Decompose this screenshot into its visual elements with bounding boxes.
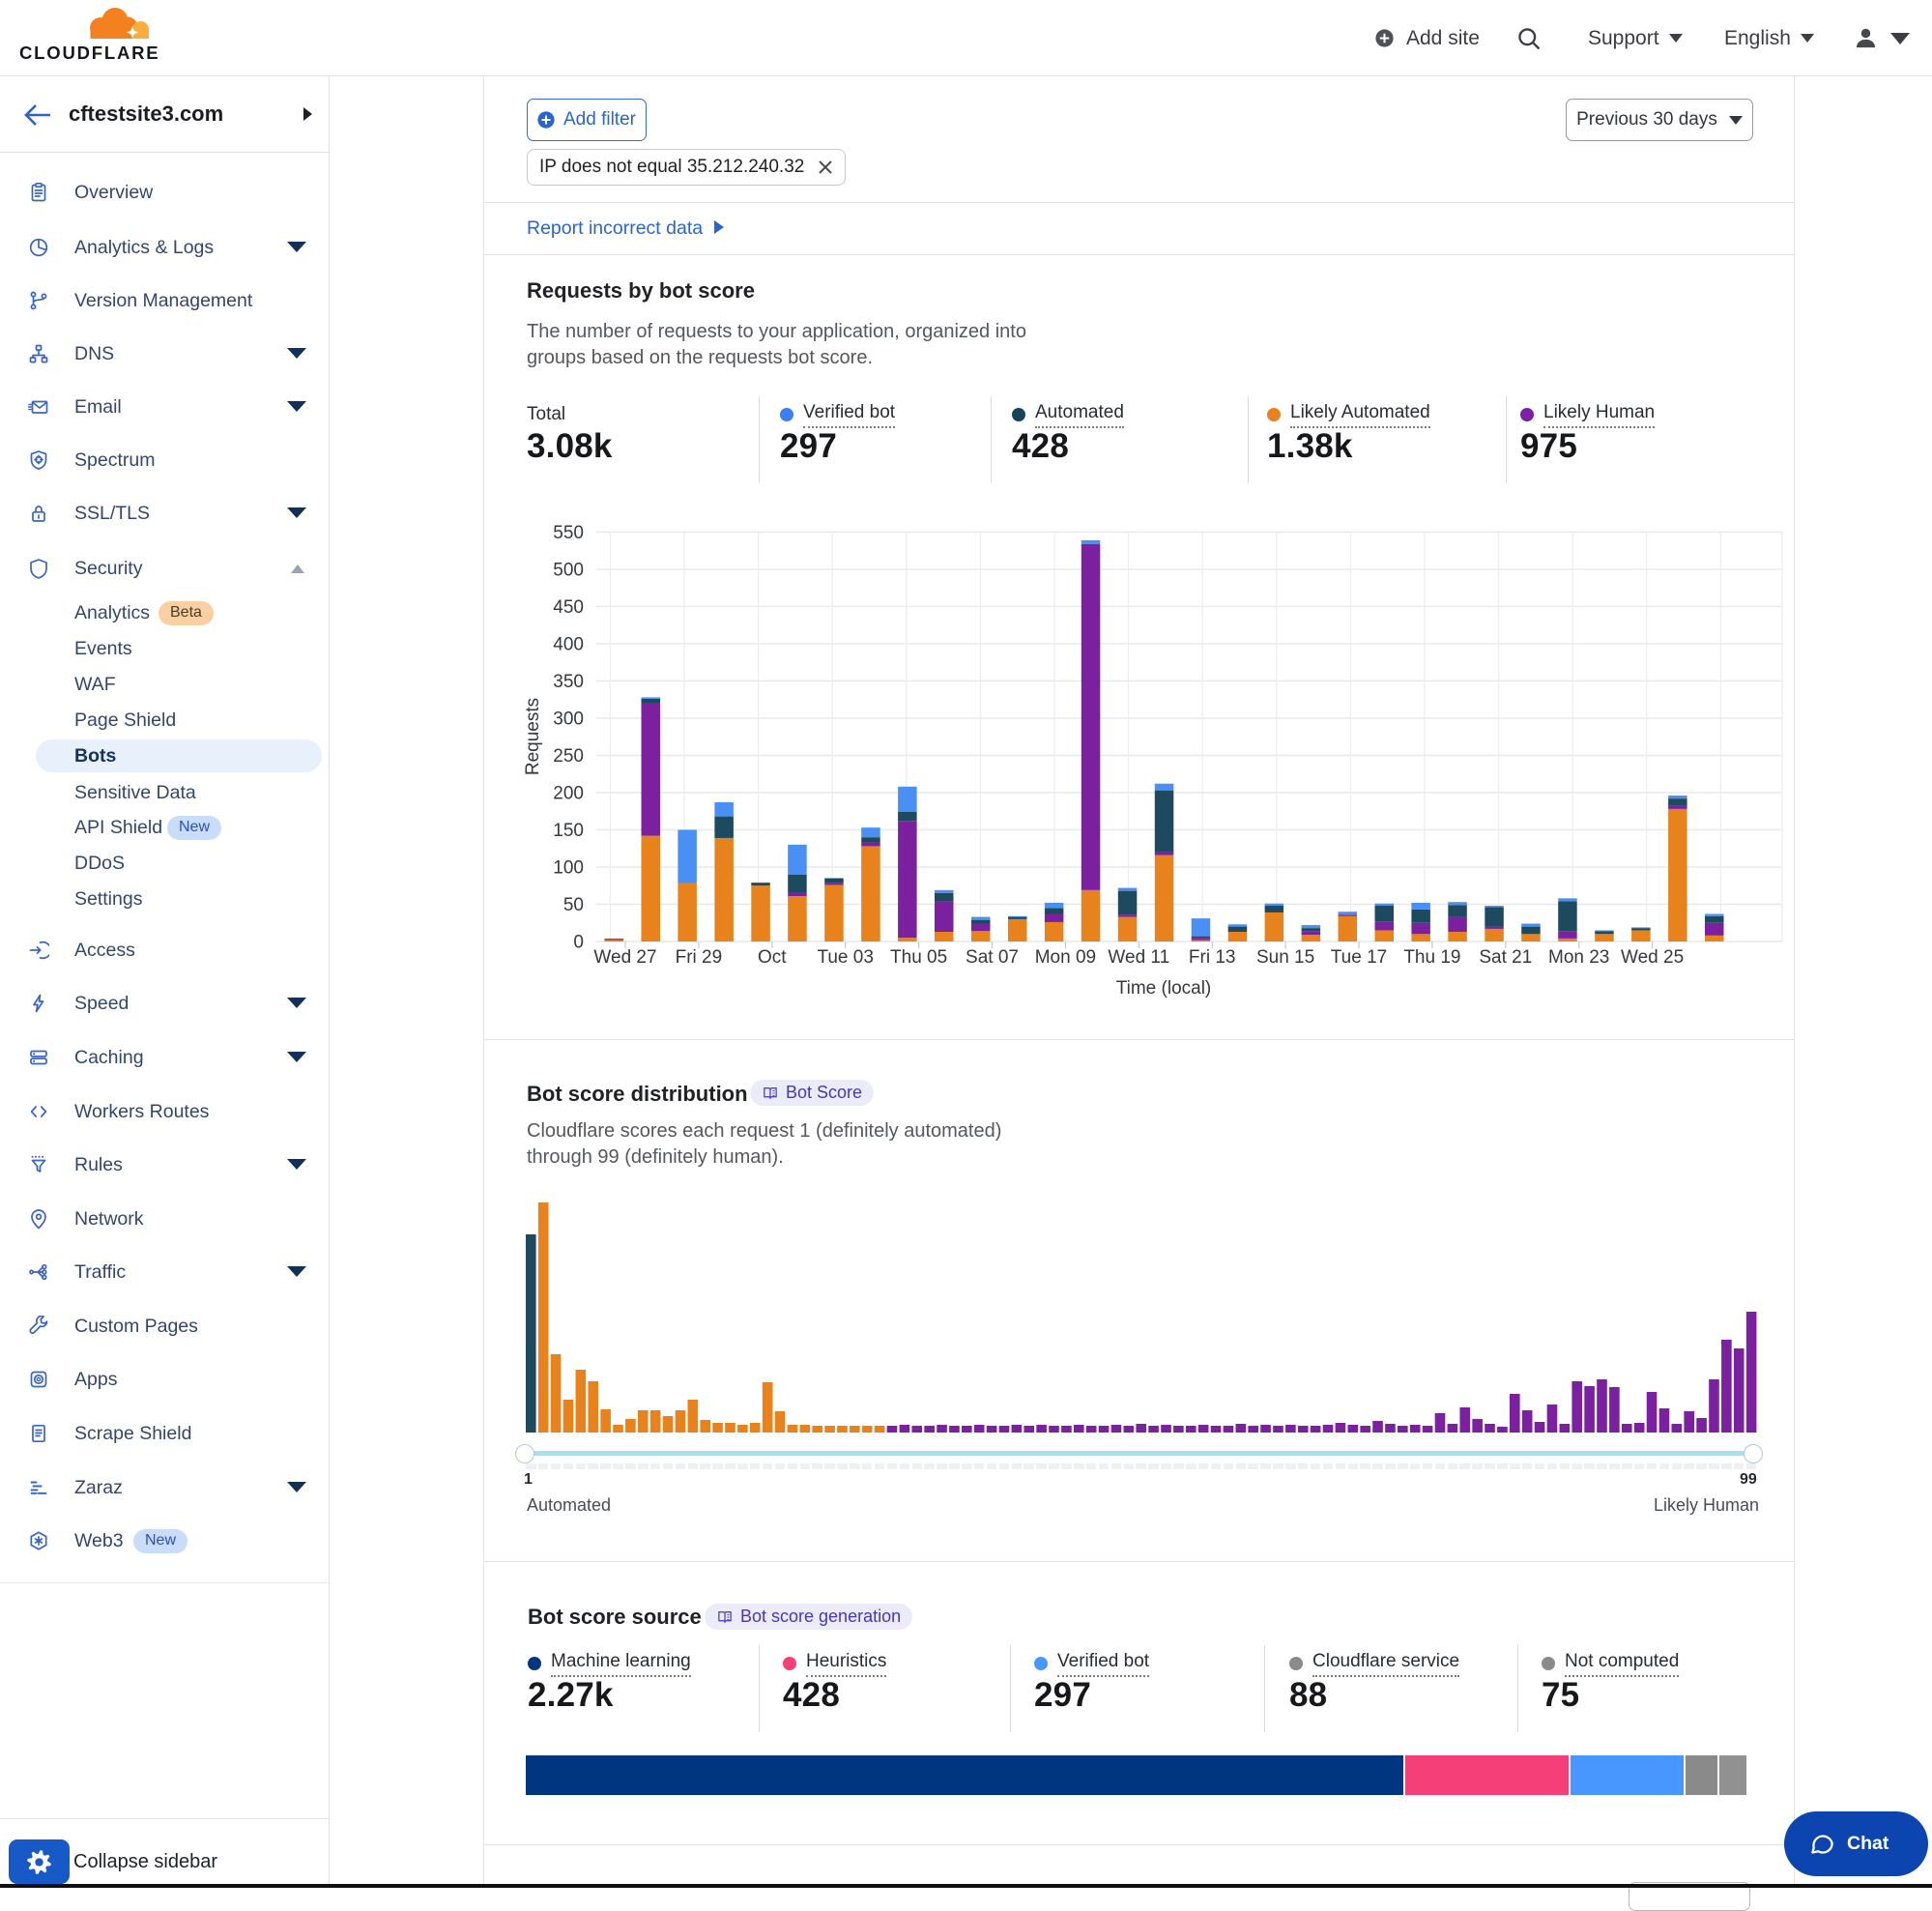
svg-text:Oct: Oct (758, 947, 787, 968)
svg-text:400: 400 (553, 634, 584, 654)
svg-text:Mon 23: Mon 23 (1548, 947, 1609, 968)
svg-text:Wed 27: Wed 27 (593, 947, 656, 968)
svg-text:0: 0 (573, 933, 584, 953)
svg-text:250: 250 (553, 746, 584, 767)
svg-text:Wed 11: Wed 11 (1108, 947, 1169, 968)
svg-text:Tue 03: Tue 03 (817, 947, 873, 968)
svg-text:Thu 19: Thu 19 (1403, 947, 1460, 968)
svg-text:Tue 17: Tue 17 (1331, 947, 1387, 968)
svg-text:Sun 15: Sun 15 (1256, 947, 1314, 968)
svg-text:Thu 05: Thu 05 (890, 947, 947, 968)
svg-text:Fri 29: Fri 29 (676, 947, 723, 968)
svg-text:Sat 21: Sat 21 (1479, 947, 1532, 968)
svg-text:500: 500 (553, 560, 584, 580)
svg-text:Wed 25: Wed 25 (1621, 947, 1684, 968)
svg-text:550: 550 (553, 523, 584, 543)
svg-text:Fri 13: Fri 13 (1189, 947, 1236, 968)
svg-text:50: 50 (563, 895, 584, 915)
svg-text:300: 300 (553, 709, 584, 729)
svg-text:Sat 07: Sat 07 (966, 947, 1019, 968)
svg-text:Mon 09: Mon 09 (1035, 947, 1096, 968)
svg-text:Requests: Requests (523, 698, 543, 775)
svg-text:450: 450 (553, 597, 584, 618)
svg-text:Time (local): Time (local) (1116, 978, 1212, 999)
svg-text:100: 100 (553, 858, 584, 879)
svg-text:200: 200 (553, 784, 584, 804)
svg-text:350: 350 (553, 672, 584, 692)
svg-text:150: 150 (553, 821, 584, 841)
